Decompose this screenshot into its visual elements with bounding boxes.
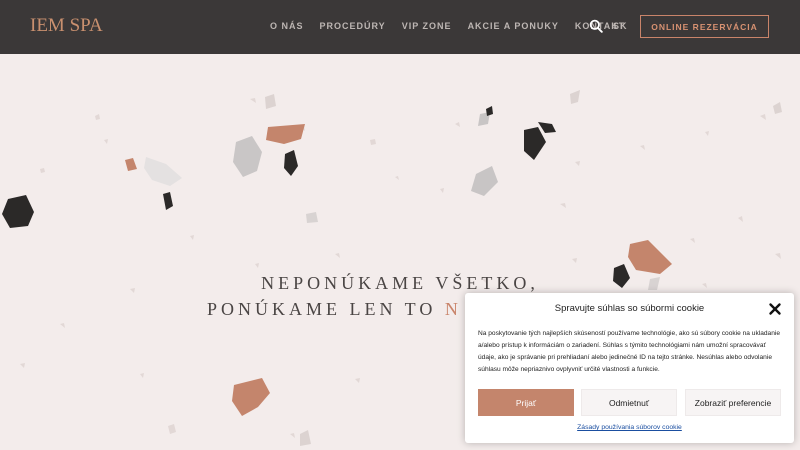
online-reservation-button[interactable]: ONLINE REZERVÁCIA [640,15,769,38]
hero-tagline-line2-text: PONÚKAME LEN TO [207,299,437,319]
hero-tagline-accent: N [444,299,462,319]
cookie-dialog-title: Spravujte súhlas so súbormi cookie [554,303,705,314]
accept-cookies-button[interactable]: Prijať [478,389,574,416]
hero-tagline-line1: NEPONÚKAME VŠETKO, [261,273,539,293]
cookie-policy-link[interactable]: Zásady používania súborov cookie [465,424,794,431]
nav-item-vip-zone[interactable]: VIP ZONE [402,21,452,31]
hero-tagline-line2: PONÚKAME LEN TO N [207,299,462,320]
cookie-dialog-text: Na poskytovanie tých najlepších skúsenos… [478,330,781,373]
view-preferences-button[interactable]: Zobraziť preferencie [685,389,781,416]
close-icon[interactable] [768,302,782,316]
deny-cookies-button[interactable]: Odmietnuť [581,389,677,416]
nav-item-procedury[interactable]: PROCEDÚRY [320,21,386,31]
cookie-consent-dialog: Spravujte súhlas so súbormi cookie Na po… [465,293,794,443]
nav-item-o-nas[interactable]: O NÁS [270,21,304,31]
nav-item-akcie-a-ponuky[interactable]: AKCIE A PONUKY [468,21,559,31]
search-icon[interactable] [589,19,603,33]
logo[interactable]: IEM SPA [30,15,103,37]
site-header: IEM SPA O NÁS PROCEDÚRY VIP ZONE AKCIE A… [0,0,800,54]
language-switch[interactable]: SK [613,21,628,31]
main-nav: O NÁS PROCEDÚRY VIP ZONE AKCIE A PONUKY … [270,21,641,31]
